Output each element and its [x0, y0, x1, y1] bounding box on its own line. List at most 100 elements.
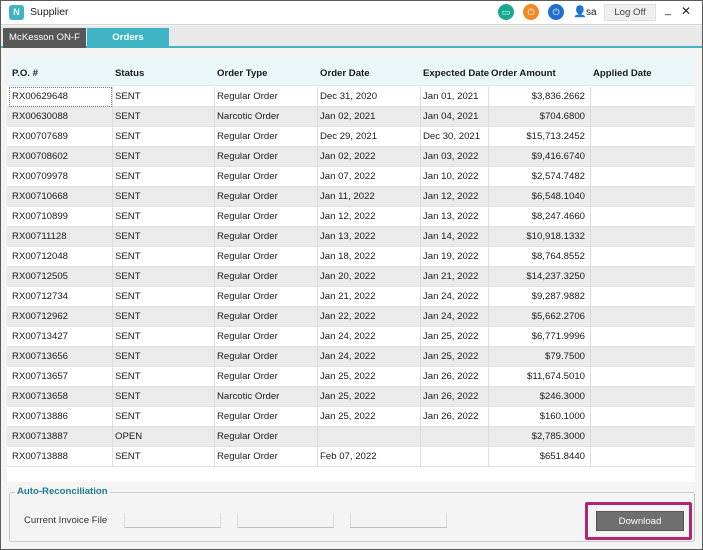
power-icon[interactable]: ⏻	[523, 4, 539, 20]
column-divider	[488, 247, 489, 267]
column-divider	[112, 207, 113, 227]
cell-order-type: Regular Order	[217, 291, 278, 302]
invoice-file-field-1[interactable]	[124, 513, 221, 528]
column-divider	[317, 227, 318, 247]
column-divider	[317, 327, 318, 347]
column-divider	[420, 387, 421, 407]
logout-icon[interactable]: ⏻	[548, 4, 564, 20]
cell-order-amount: $15,713.2452	[526, 131, 585, 142]
column-header-po[interactable]: P.O. #	[12, 68, 38, 79]
cell-order-type: Narcotic Order	[217, 111, 280, 122]
column-divider	[214, 207, 215, 227]
table-row[interactable]: RX00707689 SENT Regular Order Dec 29, 2021 D…	[7, 127, 695, 147]
table-row[interactable]: RX00629648 SENT Regular Order Dec 31, 2020 J…	[7, 87, 695, 107]
column-divider	[590, 207, 591, 227]
column-divider	[317, 387, 318, 407]
cell-po: RX00709978	[12, 171, 69, 182]
table-row[interactable]: RX00713656 SENT Regular Order Jan 24, 2022 J…	[7, 347, 695, 367]
column-divider	[420, 227, 421, 247]
current-invoice-file-label: Current Invoice File	[24, 515, 108, 526]
column-divider	[317, 367, 318, 387]
table-row[interactable]: RX00713657 SENT Regular Order Jan 25, 2022 J…	[7, 367, 695, 387]
column-divider	[214, 327, 215, 347]
cell-po: RX00713427	[12, 331, 69, 342]
column-header-order-date[interactable]: Order Date	[320, 68, 370, 79]
cell-order-type: Regular Order	[217, 131, 278, 142]
column-divider	[317, 147, 318, 167]
column-divider	[420, 187, 421, 207]
download-button[interactable]: Download	[596, 511, 684, 531]
table-row[interactable]: RX00712048 SENT Regular Order Jan 18, 2022 J…	[7, 247, 695, 267]
cell-order-amount: $5,662.2706	[531, 311, 585, 322]
column-divider	[590, 447, 591, 467]
table-row[interactable]: RX00713427 SENT Regular Order Jan 24, 2022 J…	[7, 327, 695, 347]
table-row[interactable]: RX00712962 SENT Regular Order Jan 22, 2022 J…	[7, 307, 695, 327]
column-divider	[420, 127, 421, 147]
cell-order-amount: $6,548.1040	[531, 191, 585, 202]
cell-order-type: Regular Order	[217, 371, 278, 382]
tab-orders[interactable]: Orders	[87, 28, 169, 48]
column-divider	[214, 187, 215, 207]
cell-order-date: Jan 11, 2022	[320, 191, 375, 202]
cell-status: SENT	[115, 451, 141, 462]
close-button[interactable]: ✕	[679, 3, 693, 20]
column-divider	[214, 427, 215, 447]
column-divider	[488, 287, 489, 307]
column-divider	[112, 367, 113, 387]
logoff-button[interactable]: Log Off	[604, 4, 656, 21]
cell-order-date: Jan 24, 2022	[320, 331, 376, 342]
column-divider	[590, 367, 591, 387]
table-row[interactable]: RX00708602 SENT Regular Order Jan 02, 2022 J…	[7, 147, 695, 167]
table-row[interactable]: RX00712505 SENT Regular Order Jan 20, 2022 J…	[7, 267, 695, 287]
column-divider	[112, 387, 113, 407]
column-divider	[112, 187, 113, 207]
cell-status: SENT	[115, 151, 141, 162]
minimize-button[interactable]: _	[661, 3, 675, 20]
cell-po: RX00713888	[12, 451, 69, 462]
tab-supplier[interactable]: McKesson ON-F	[3, 28, 86, 48]
cell-order-amount: $14,237.3250	[526, 271, 585, 282]
column-divider	[488, 107, 489, 127]
invoice-file-field-3[interactable]	[350, 513, 447, 528]
column-header-status[interactable]: Status	[115, 68, 144, 79]
table-row[interactable]: RX00713658 SENT Narcotic Order Jan 25, 2022…	[7, 387, 695, 407]
cell-order-date: Dec 29, 2021	[320, 131, 378, 142]
column-header-expected-date[interactable]: Expected Date	[423, 68, 489, 79]
column-header-order-type[interactable]: Order Type	[217, 68, 267, 79]
table-row[interactable]: RX00713886 SENT Regular Order Jan 25, 2022 J…	[7, 407, 695, 427]
invoice-file-field-2[interactable]	[237, 513, 334, 528]
cell-expected-date: Jan 24, 2022	[423, 291, 479, 302]
table-row[interactable]: RX00710899 SENT Regular Order Jan 12, 2022 J…	[7, 207, 695, 227]
cell-status: SENT	[115, 111, 141, 122]
cell-status: SENT	[115, 91, 141, 102]
table-row[interactable]: RX00713887 OPEN Regular Order $2,785.3000	[7, 427, 695, 447]
cell-order-amount: $10,918.1332	[526, 231, 585, 242]
column-header-applied-date[interactable]: Applied Date	[593, 68, 652, 79]
table-row[interactable]: RX00712734 SENT Regular Order Jan 21, 2022 J…	[7, 287, 695, 307]
column-header-order-amount[interactable]: Order Amount	[491, 68, 556, 79]
cell-order-amount: $704.6800	[539, 111, 585, 122]
cell-order-amount: $3,836.2662	[531, 91, 585, 102]
column-divider	[420, 87, 421, 107]
auto-reconciliation-panel: Auto-Reconciliation Current Invoice File…	[9, 486, 695, 542]
cell-expected-date: Jan 26, 2022	[423, 391, 479, 402]
column-divider	[590, 307, 591, 327]
cell-order-type: Regular Order	[217, 231, 278, 242]
table-row[interactable]: RX00710668 SENT Regular Order Jan 11, 2022 J…	[7, 187, 695, 207]
cell-order-type: Regular Order	[217, 191, 278, 202]
column-divider	[488, 127, 489, 147]
table-row[interactable]: RX00711128 SENT Regular Order Jan 13, 2022 J…	[7, 227, 695, 247]
column-divider	[214, 107, 215, 127]
table-row[interactable]: RX00709978 SENT Regular Order Jan 07, 2022 J…	[7, 167, 695, 187]
table-row[interactable]: RX00713888 SENT Regular Order Feb 07, 2022 $…	[7, 447, 695, 467]
column-divider	[488, 307, 489, 327]
cell-order-type: Regular Order	[217, 151, 278, 162]
cell-order-date: Jan 21, 2022	[320, 291, 376, 302]
column-divider	[112, 107, 113, 127]
monitor-icon[interactable]: ▭	[498, 4, 514, 20]
column-divider	[214, 447, 215, 467]
cell-expected-date: Jan 12, 2022	[423, 191, 479, 202]
cell-po: RX00711128	[12, 231, 67, 242]
table-row[interactable]: RX00630088 SENT Narcotic Order Jan 02, 2021…	[7, 107, 695, 127]
cell-expected-date: Jan 26, 2022	[423, 411, 479, 422]
